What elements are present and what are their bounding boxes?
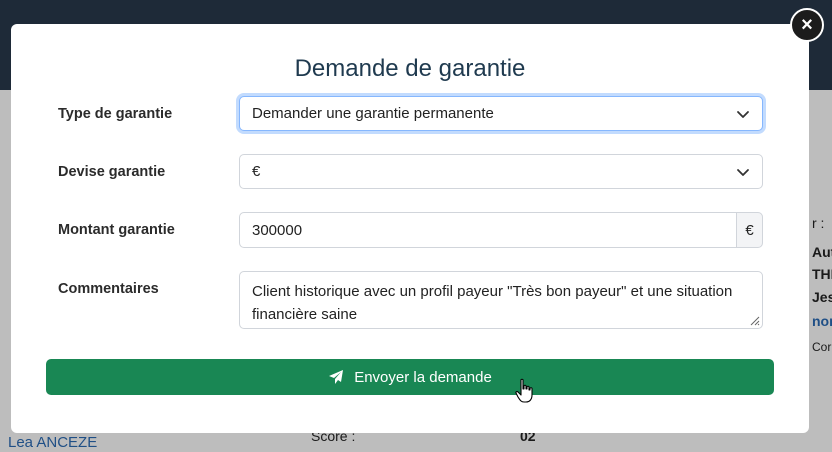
background-contact-link[interactable]: Lea ANCEZE	[8, 434, 97, 451]
montant-garantie-input[interactable]: 300000	[239, 212, 737, 248]
background-right-label-3: Jes	[812, 289, 832, 305]
background-right-label-2: THI	[812, 266, 832, 282]
commentaires-textarea[interactable]: Client historique avec un profil payeur …	[239, 271, 763, 329]
devise-garantie-value: €	[252, 163, 261, 180]
close-button[interactable]: ×	[790, 8, 824, 42]
commentaires-value: Client historique avec un profil payeur …	[252, 283, 733, 323]
montant-garantie-group: 300000 €	[239, 212, 763, 248]
background-right-colon: r :	[812, 215, 825, 231]
devise-garantie-label: Devise garantie	[58, 164, 166, 180]
montant-garantie-value: 300000	[252, 221, 303, 239]
background-right-small: Cor	[812, 340, 832, 354]
modal-title: Demande de garantie	[294, 55, 526, 82]
send-request-label: Envoyer la demande	[354, 368, 492, 386]
background-right-label-1: Aut	[812, 244, 832, 260]
paper-plane-icon	[329, 370, 344, 384]
type-garantie-label: Type de garantie	[58, 106, 173, 122]
montant-garantie-label: Montant garantie	[58, 222, 175, 238]
devise-garantie-select[interactable]: €	[239, 154, 763, 189]
close-icon: ×	[801, 14, 813, 36]
hand-pointer-icon	[515, 378, 533, 403]
background-right-link[interactable]: non	[812, 313, 832, 329]
send-request-button[interactable]: Envoyer la demande	[46, 359, 774, 395]
type-garantie-value: Demander une garantie permanente	[252, 105, 494, 122]
type-garantie-select[interactable]: Demander une garantie permanente	[239, 96, 763, 131]
chevron-down-icon	[737, 110, 749, 118]
commentaires-label: Commentaires	[58, 281, 159, 297]
montant-currency-addon: €	[736, 212, 763, 248]
chevron-down-icon	[737, 168, 749, 176]
resize-grip-icon[interactable]	[748, 314, 760, 326]
